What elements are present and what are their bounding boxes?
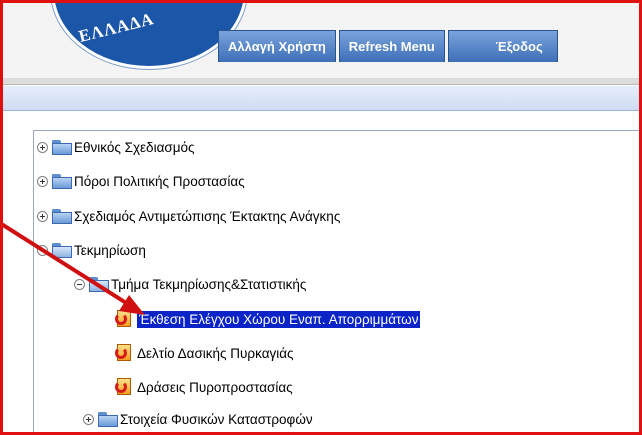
- annotation-arrow-icon: [3, 223, 145, 315]
- window-frame: ΕΛΛΑΔΑ Αλλαγή Χρήστη Refresh Menu Έξοδος…: [0, 0, 642, 435]
